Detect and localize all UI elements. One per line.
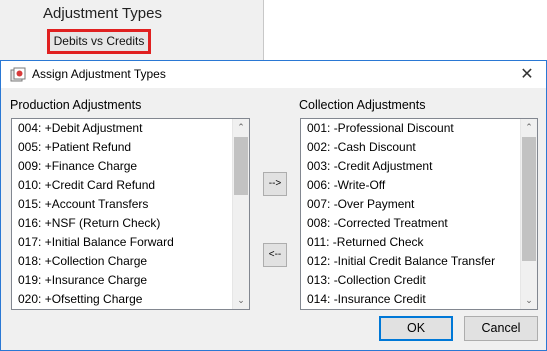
move-left-button[interactable]: <-- xyxy=(263,243,287,267)
list-item[interactable]: 009: +Finance Charge xyxy=(12,157,232,176)
list-item[interactable]: 001: -Professional Discount xyxy=(301,119,520,138)
production-adjustments-label: Production Adjustments xyxy=(10,98,142,112)
app-icon xyxy=(10,67,26,82)
list-item[interactable]: 020: +Ofsetting Charge xyxy=(12,290,232,309)
list-item[interactable]: 012: -Initial Credit Balance Transfer xyxy=(301,252,520,271)
list-item[interactable]: 017: +Initial Balance Forward xyxy=(12,233,232,252)
background-panel: Adjustment Types Debits vs Credits xyxy=(0,0,264,60)
move-right-button[interactable]: --> xyxy=(263,172,287,196)
collection-scrollbar[interactable]: ⌃ ⌄ xyxy=(520,119,537,309)
list-item[interactable]: 004: +Debit Adjustment xyxy=(12,119,232,138)
list-item[interactable]: 019: +Insurance Charge xyxy=(12,271,232,290)
production-adjustments-list[interactable]: 004: +Debit Adjustment 005: +Patient Refu… xyxy=(11,118,250,310)
list-item[interactable]: 018: +Collection Charge xyxy=(12,252,232,271)
dialog-titlebar: Assign Adjustment Types ✕ xyxy=(1,60,546,88)
chevron-up-icon[interactable]: ⌃ xyxy=(521,119,537,136)
production-items-container: 004: +Debit Adjustment 005: +Patient Refu… xyxy=(12,119,232,309)
list-item[interactable]: 014: -Insurance Credit xyxy=(301,290,520,309)
collection-adjustments-list[interactable]: 001: -Professional Discount 002: -Cash Di… xyxy=(300,118,538,310)
list-item[interactable]: 003: -Credit Adjustment xyxy=(301,157,520,176)
list-item[interactable]: 013: -Collection Credit xyxy=(301,271,520,290)
list-item[interactable]: 006: -Write-Off xyxy=(301,176,520,195)
collection-scroll-thumb[interactable] xyxy=(522,137,536,261)
list-item[interactable]: 005: +Patient Refund xyxy=(12,138,232,157)
ok-button[interactable]: OK xyxy=(379,316,453,341)
list-item[interactable]: 016: +NSF (Return Check) xyxy=(12,214,232,233)
chevron-down-icon[interactable]: ⌄ xyxy=(233,292,249,309)
close-icon[interactable]: ✕ xyxy=(516,63,538,85)
production-scroll-thumb[interactable] xyxy=(234,137,248,195)
list-item[interactable]: 010: +Credit Card Refund xyxy=(12,176,232,195)
list-item[interactable]: 007: -Over Payment xyxy=(301,195,520,214)
collection-adjustments-label: Collection Adjustments xyxy=(299,98,426,112)
adjustment-types-header: Adjustment Types xyxy=(43,5,162,22)
list-item[interactable]: 015: +Account Transfers xyxy=(12,195,232,214)
chevron-down-icon[interactable]: ⌄ xyxy=(521,292,537,309)
chevron-up-icon[interactable]: ⌃ xyxy=(233,119,249,136)
collection-items-container: 001: -Professional Discount 002: -Cash Di… xyxy=(301,119,520,309)
list-item[interactable]: 011: -Returned Check xyxy=(301,233,520,252)
list-item[interactable]: 008: -Corrected Treatment xyxy=(301,214,520,233)
debits-vs-credits-button[interactable]: Debits vs Credits xyxy=(47,29,151,54)
list-item[interactable]: 002: -Cash Discount xyxy=(301,138,520,157)
assign-adjustment-types-dialog: Assign Adjustment Types ✕ Production Adj… xyxy=(0,60,547,351)
cancel-button[interactable]: Cancel xyxy=(464,316,538,341)
dialog-title: Assign Adjustment Types xyxy=(32,67,166,81)
production-scrollbar[interactable]: ⌃ ⌄ xyxy=(232,119,249,309)
